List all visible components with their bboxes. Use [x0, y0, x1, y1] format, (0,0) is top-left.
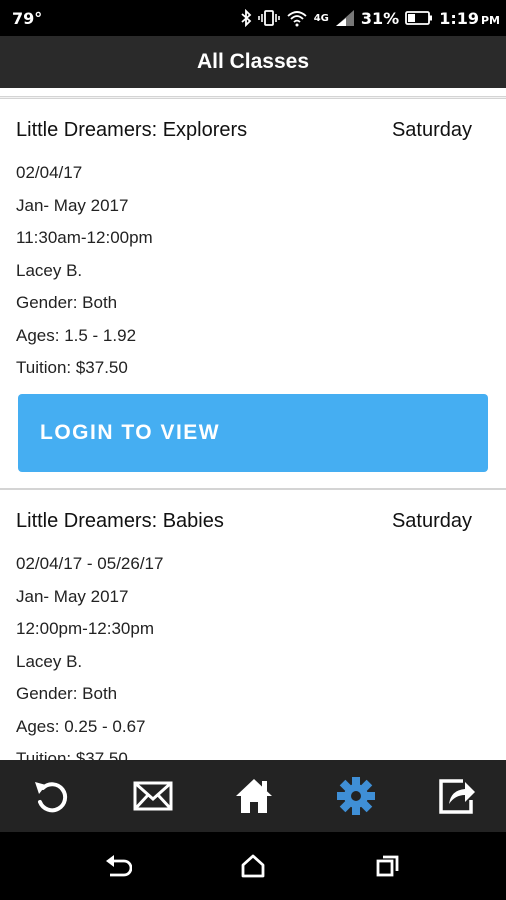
vibrate-icon — [257, 9, 280, 27]
recents-icon — [376, 855, 399, 877]
back-icon — [106, 855, 132, 877]
class-title: Little Dreamers: Explorers — [16, 119, 248, 141]
class-instructor: Lacey B. — [16, 651, 83, 671]
system-nav-bar — [0, 832, 506, 900]
class-time: 12:00pm-12:30pm — [16, 619, 154, 638]
class-details: 02/04/17 - 05/26/17 Jan- May 2017 12:00p… — [16, 548, 163, 760]
nav-home-button[interactable] — [223, 832, 283, 900]
screen: 79° 4G 31% 1:19 PM All Classes Little Dr… — [0, 0, 506, 900]
share-button[interactable] — [427, 760, 487, 832]
battery-percent-text: 31% — [360, 8, 400, 28]
mail-button[interactable] — [123, 760, 183, 832]
class-instructor: Lacey B. — [16, 260, 83, 280]
app-header: All Classes — [0, 36, 506, 88]
home-icon — [241, 854, 265, 878]
status-left: 79° — [12, 0, 42, 36]
class-gender: Gender: Both — [16, 684, 118, 703]
gear-icon — [337, 777, 375, 815]
nav-back-button[interactable] — [88, 832, 148, 900]
class-date: 02/04/17 — [16, 163, 83, 182]
class-time: 11:30am-12:00pm — [16, 228, 153, 247]
class-tuition: Tuition: $37.50 — [16, 358, 128, 377]
class-ages: Ages: 0.25 - 0.67 — [16, 716, 146, 736]
network-type-text: 4G — [313, 12, 329, 24]
status-right: 4G 31% 1:19 PM — [240, 0, 500, 36]
home-icon — [236, 779, 272, 813]
class-card-partial — [0, 88, 506, 97]
clock-text: 1:19 PM — [439, 9, 500, 28]
temperature-text: 79° — [12, 8, 43, 28]
class-day: Saturday — [391, 119, 472, 141]
class-ages: Ages: 1.5 - 1.92 — [16, 325, 137, 345]
bottom-toolbar — [0, 760, 506, 832]
class-date: 02/04/17 - 05/26/17 — [16, 554, 164, 573]
class-day: Saturday — [391, 510, 472, 532]
login-to-view-label: LOGIN TO VIEW — [40, 421, 221, 444]
share-icon — [439, 779, 475, 814]
refresh-icon — [35, 782, 68, 813]
wifi-icon — [286, 9, 308, 27]
mail-icon — [133, 781, 173, 811]
settings-button[interactable] — [326, 760, 386, 832]
class-term: Jan- May 2017 — [16, 195, 129, 215]
page-title: All Classes — [196, 50, 310, 73]
refresh-button[interactable] — [21, 760, 81, 832]
login-to-view-button[interactable]: LOGIN TO VIEW — [18, 394, 488, 472]
class-details: 02/04/17 Jan- May 2017 11:30am-12:00pm L… — [16, 157, 153, 385]
class-title: Little Dreamers: Babies — [16, 510, 224, 532]
class-card[interactable]: Little Dreamers: Explorers Saturday 02/0… — [0, 98, 506, 489]
nav-recents-button[interactable] — [358, 832, 418, 900]
class-term: Jan- May 2017 — [16, 586, 129, 606]
class-tuition: Tuition: $37.50 — [16, 749, 128, 760]
clock-time: 1:19 — [439, 8, 479, 28]
home-button[interactable] — [224, 760, 284, 832]
bluetooth-icon — [240, 9, 252, 27]
class-list[interactable]: Little Dreamers: Explorers Saturday 02/0… — [0, 88, 506, 760]
battery-icon — [405, 10, 433, 26]
signal-icon — [335, 9, 355, 27]
class-gender: Gender: Both — [16, 293, 118, 312]
clock-ampm: PM — [480, 13, 500, 27]
status-bar: 79° 4G 31% 1:19 PM — [0, 0, 506, 36]
class-card[interactable]: Little Dreamers: Babies Saturday 02/04/1… — [0, 489, 506, 760]
